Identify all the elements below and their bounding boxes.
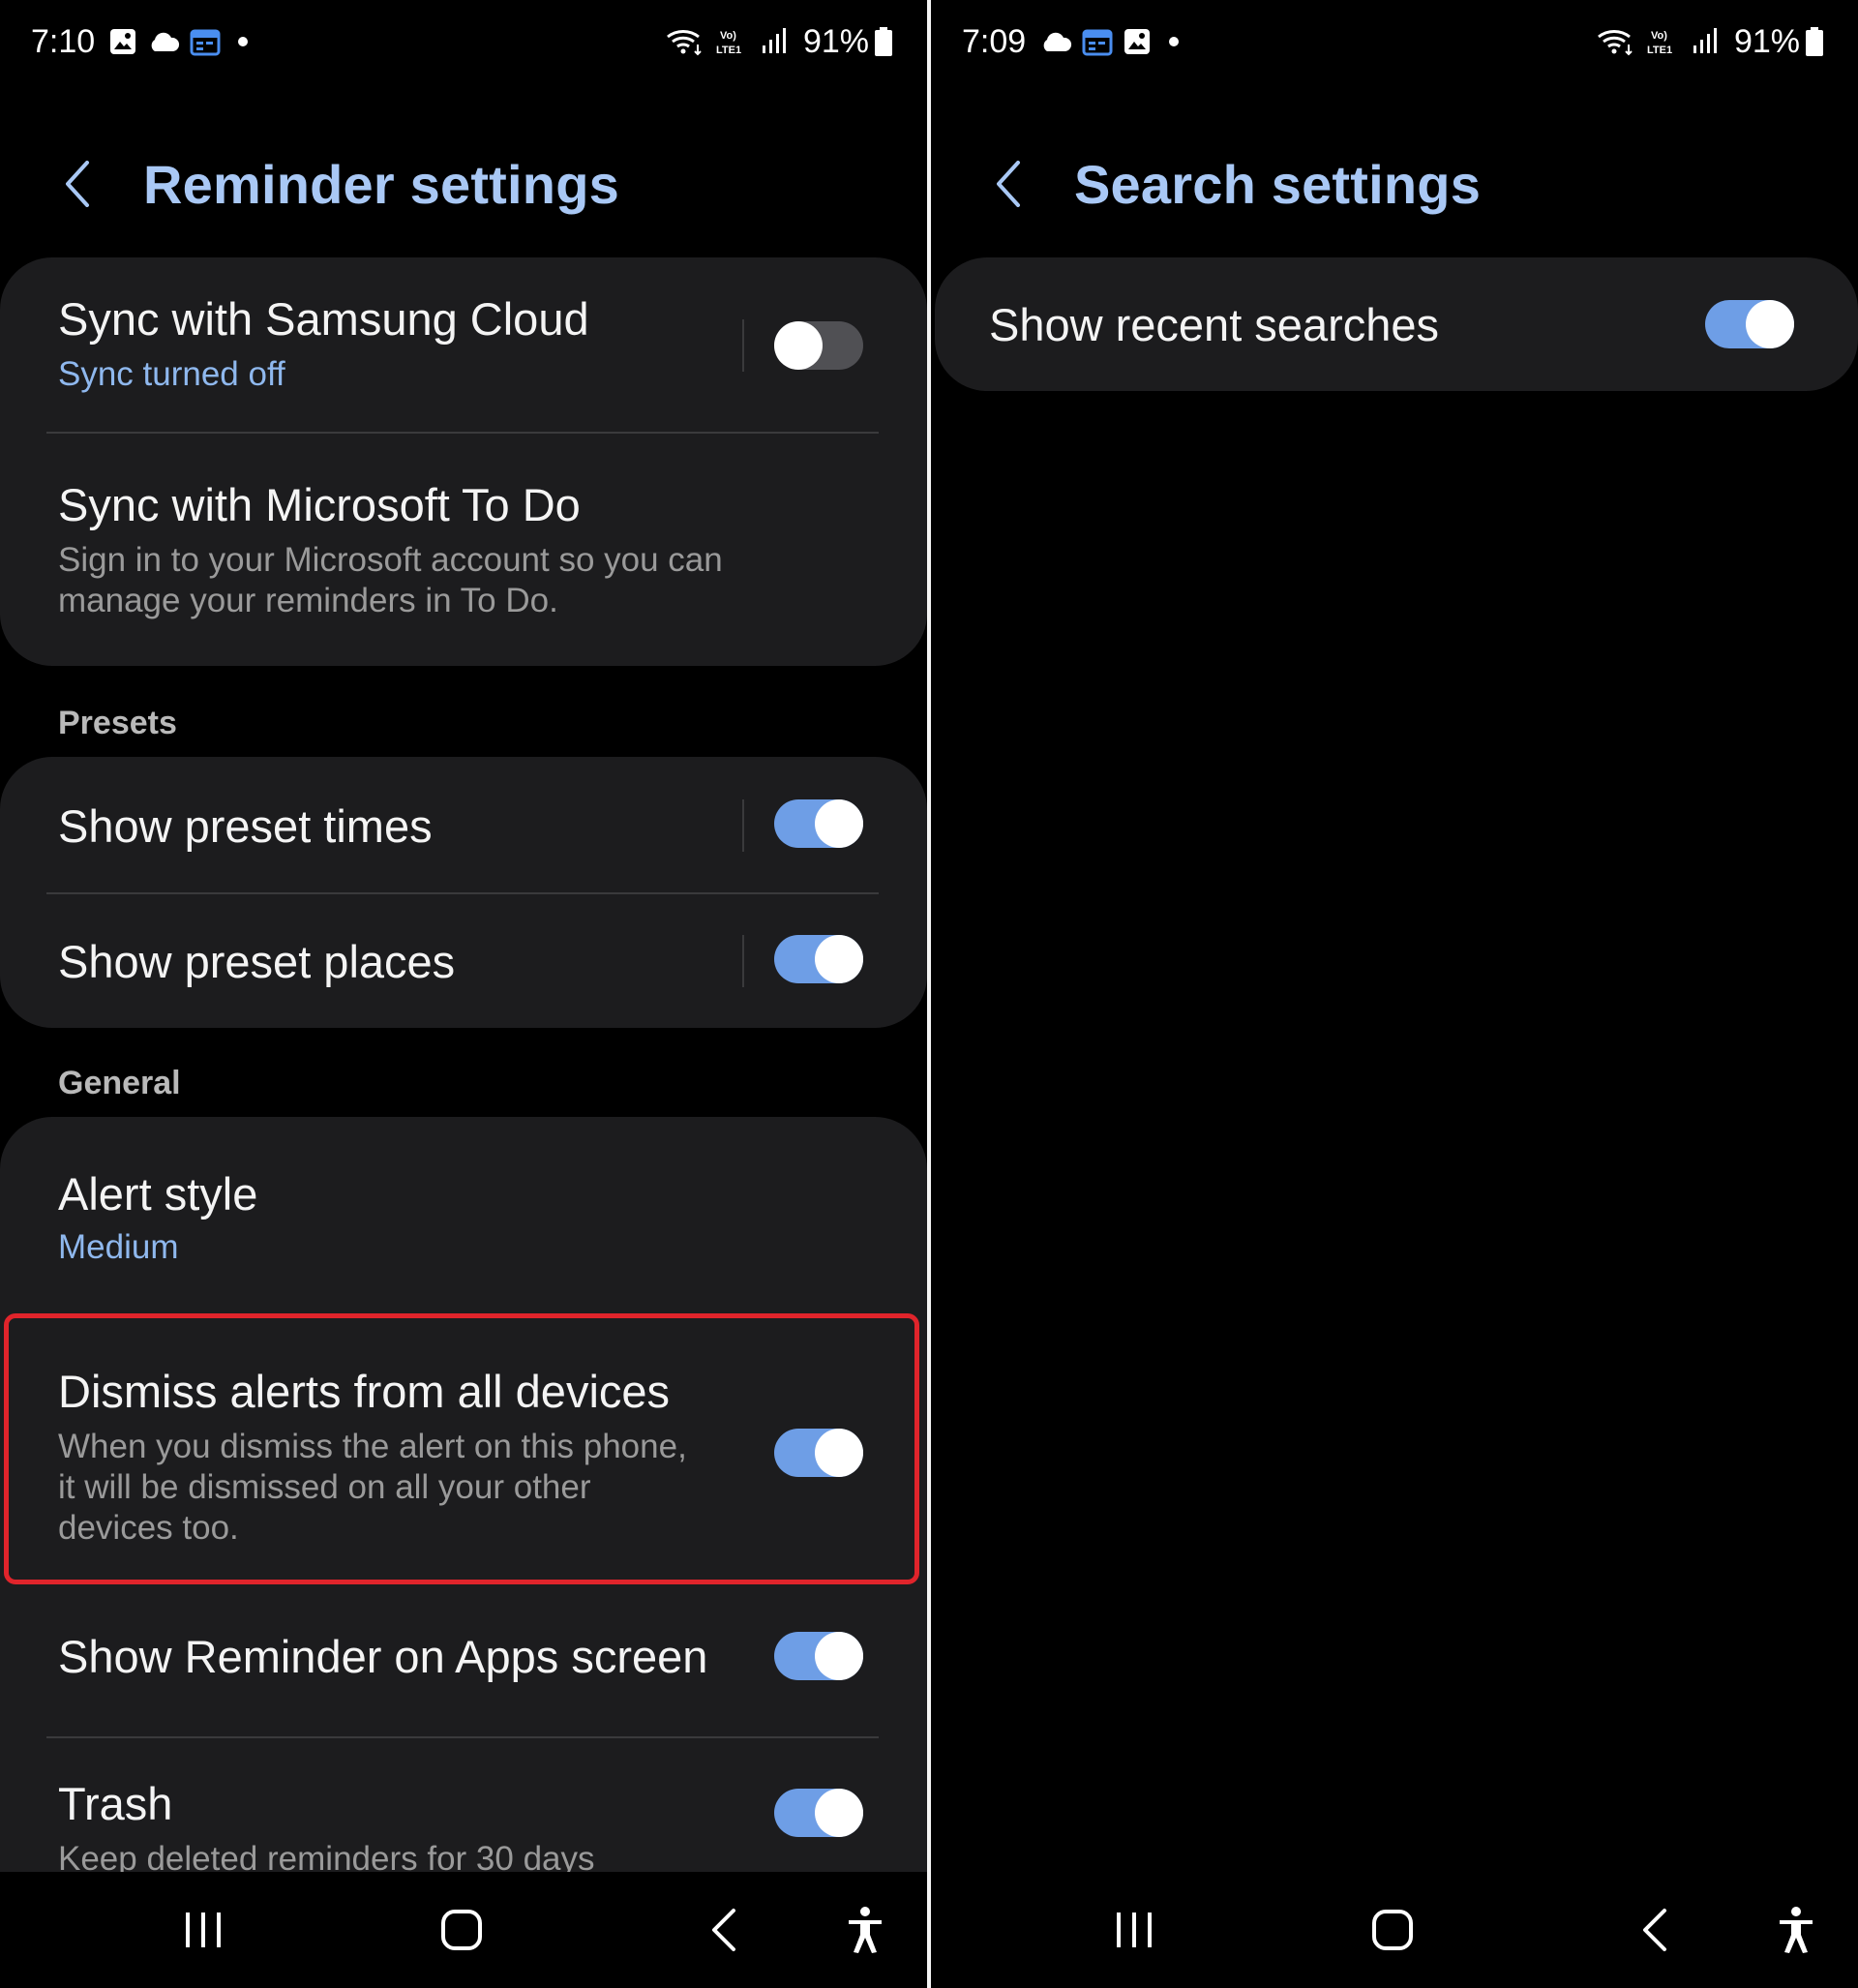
battery-percent: 91% (802, 22, 869, 60)
wifi-icon (666, 27, 704, 56)
signal-icon (761, 28, 786, 55)
trash-label: Trash (58, 1778, 173, 1829)
recent-searches-row[interactable]: Show recent searches (935, 257, 1858, 391)
toggle-divider (742, 935, 744, 987)
cloud-icon (1039, 30, 1072, 53)
page-header: Reminder settings (58, 145, 619, 223)
wifi-icon (1597, 27, 1635, 56)
toggle-knob (815, 1789, 863, 1837)
search-settings-screen: 7:09 Vo) LTE1 91% Search settings Show r… (931, 0, 1858, 1988)
apps-screen-label: Show Reminder on Apps screen (58, 1631, 708, 1682)
recents-icon[interactable] (1113, 1896, 1155, 1964)
presets-card: Show preset times Show preset places (0, 757, 927, 1028)
section-header-general: General (58, 1065, 181, 1101)
apps-screen-row[interactable]: Show Reminder on Apps screen (0, 1587, 927, 1731)
navigation-bar (931, 1872, 1858, 1988)
calendar-icon (190, 27, 221, 56)
volte-icon: Vo) LTE1 (1645, 26, 1682, 57)
sync-microsoft-label: Sync with Microsoft To Do (58, 479, 581, 530)
signal-icon (1692, 28, 1717, 55)
search-card: Show recent searches (935, 257, 1858, 391)
page-title: Reminder settings (143, 153, 619, 215)
highlight-box (4, 1313, 919, 1584)
toggle-knob (815, 1632, 863, 1680)
sync-samsung-status: Sync turned off (58, 355, 285, 393)
page-header: Search settings (989, 145, 1481, 223)
recent-searches-toggle[interactable] (1705, 300, 1794, 348)
gallery-icon (1123, 27, 1152, 56)
navigation-bar (0, 1872, 927, 1988)
alert-style-value: Medium (58, 1228, 179, 1266)
preset-times-toggle[interactable] (774, 799, 863, 848)
preset-times-label: Show preset times (58, 800, 433, 852)
sync-samsung-row[interactable]: Sync with Samsung Cloud Sync turned off (0, 257, 927, 432)
status-bar: 7:09 Vo) LTE1 91% (962, 17, 1833, 66)
preset-places-toggle[interactable] (774, 935, 863, 983)
reminder-settings-screen: 7:10 Vo) LTE1 91% Reminder settings Sync… (0, 0, 927, 1988)
calendar-icon (1082, 27, 1113, 56)
accessibility-icon[interactable] (846, 1896, 884, 1964)
cloud-icon (147, 30, 180, 53)
volte-icon: Vo) LTE1 (714, 26, 751, 57)
recent-searches-label: Show recent searches (989, 299, 1440, 350)
recents-icon[interactable] (182, 1896, 225, 1964)
home-icon[interactable] (439, 1896, 484, 1964)
apps-screen-toggle[interactable] (774, 1632, 863, 1680)
notification-dot (238, 37, 249, 46)
section-header-presets: Presets (58, 705, 177, 741)
svg-text:Vo): Vo) (1651, 30, 1667, 42)
preset-times-row[interactable]: Show preset times (0, 757, 927, 892)
toggle-knob (774, 321, 823, 370)
back-arrow-icon[interactable] (58, 155, 97, 213)
sync-samsung-toggle[interactable] (774, 321, 863, 370)
sync-card: Sync with Samsung Cloud Sync turned off … (0, 257, 927, 666)
preset-places-row[interactable]: Show preset places (0, 894, 927, 1028)
svg-text:LTE1: LTE1 (1647, 45, 1672, 56)
gallery-icon (108, 27, 137, 56)
home-icon[interactable] (1370, 1896, 1415, 1964)
svg-text:LTE1: LTE1 (716, 45, 741, 56)
nav-back-icon[interactable] (708, 1896, 737, 1964)
notification-dot (1169, 37, 1180, 46)
alert-style-label: Alert style (58, 1168, 258, 1220)
toggle-divider (742, 319, 744, 372)
battery-icon (1806, 27, 1823, 56)
status-time: 7:10 (31, 22, 96, 60)
toggle-knob (815, 935, 863, 983)
toggle-divider (742, 799, 744, 852)
svg-text:Vo): Vo) (720, 30, 736, 42)
sync-microsoft-desc-2: manage your reminders in To Do. (58, 582, 558, 619)
back-arrow-icon[interactable] (989, 155, 1028, 213)
trash-toggle[interactable] (774, 1789, 863, 1837)
sync-microsoft-desc-1: Sign in to your Microsoft account so you… (58, 541, 723, 579)
toggle-knob (1746, 300, 1794, 348)
sync-microsoft-row[interactable]: Sync with Microsoft To Do Sign in to you… (0, 434, 927, 666)
toggle-knob (815, 799, 863, 848)
battery-percent: 91% (1733, 22, 1800, 60)
status-time: 7:09 (962, 22, 1027, 60)
page-title: Search settings (1074, 153, 1482, 215)
battery-icon (875, 27, 892, 56)
preset-places-label: Show preset places (58, 936, 456, 987)
alert-style-row[interactable]: Alert style Medium (0, 1117, 927, 1310)
nav-back-icon[interactable] (1639, 1896, 1668, 1964)
trash-row[interactable]: Trash Keep deleted reminders for 30 days (0, 1738, 927, 1891)
status-bar: 7:10 Vo) LTE1 91% (31, 17, 902, 66)
accessibility-icon[interactable] (1777, 1896, 1815, 1964)
sync-samsung-label: Sync with Samsung Cloud (58, 293, 589, 345)
